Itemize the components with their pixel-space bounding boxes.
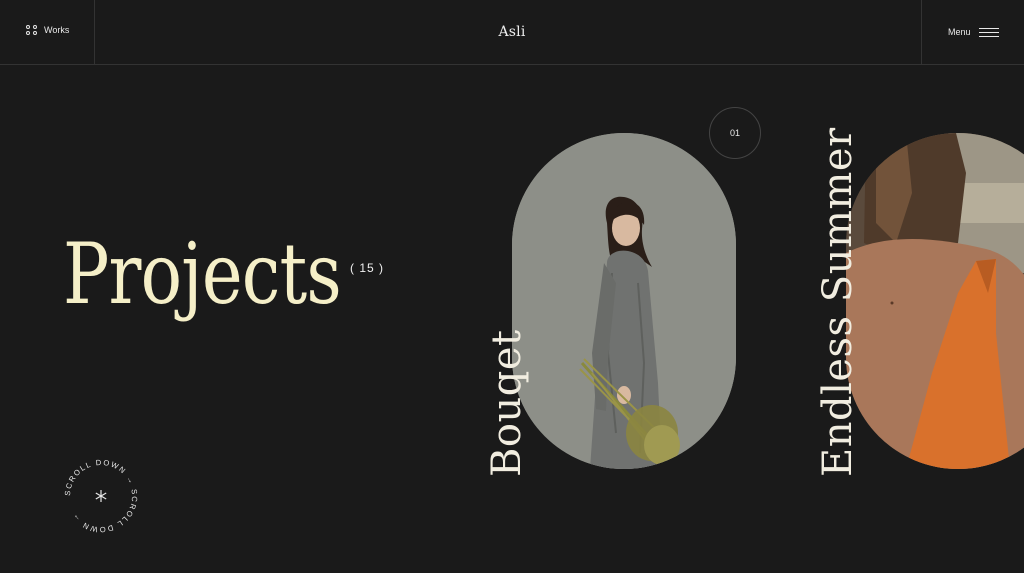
site-logo[interactable]: Asli: [0, 24, 1024, 40]
page-title: Projects: [63, 225, 342, 323]
header-divider-right: [921, 0, 922, 65]
site-header: Works Asli Menu: [0, 0, 1024, 65]
menu-button[interactable]: Menu: [948, 27, 999, 37]
project-title-endless-summer[interactable]: Endless Summer: [815, 127, 861, 477]
asterisk-icon: [95, 490, 107, 502]
project-card-bouqet[interactable]: [512, 133, 736, 469]
project-count: ( 15 ): [350, 261, 385, 275]
woman-orange-dress-photo: [846, 133, 1024, 469]
scroll-down-badge[interactable]: SCROLL DOWN → SCROLL DOWN →: [60, 455, 142, 537]
woman-with-bouquet-photo: [512, 133, 736, 469]
menu-label: Menu: [948, 27, 971, 37]
hamburger-icon: [978, 27, 999, 37]
project-card-endless-summer[interactable]: [846, 133, 1024, 469]
slide-index-indicator: 01: [709, 107, 761, 159]
project-title-bouqet[interactable]: Bouqet: [484, 329, 530, 477]
